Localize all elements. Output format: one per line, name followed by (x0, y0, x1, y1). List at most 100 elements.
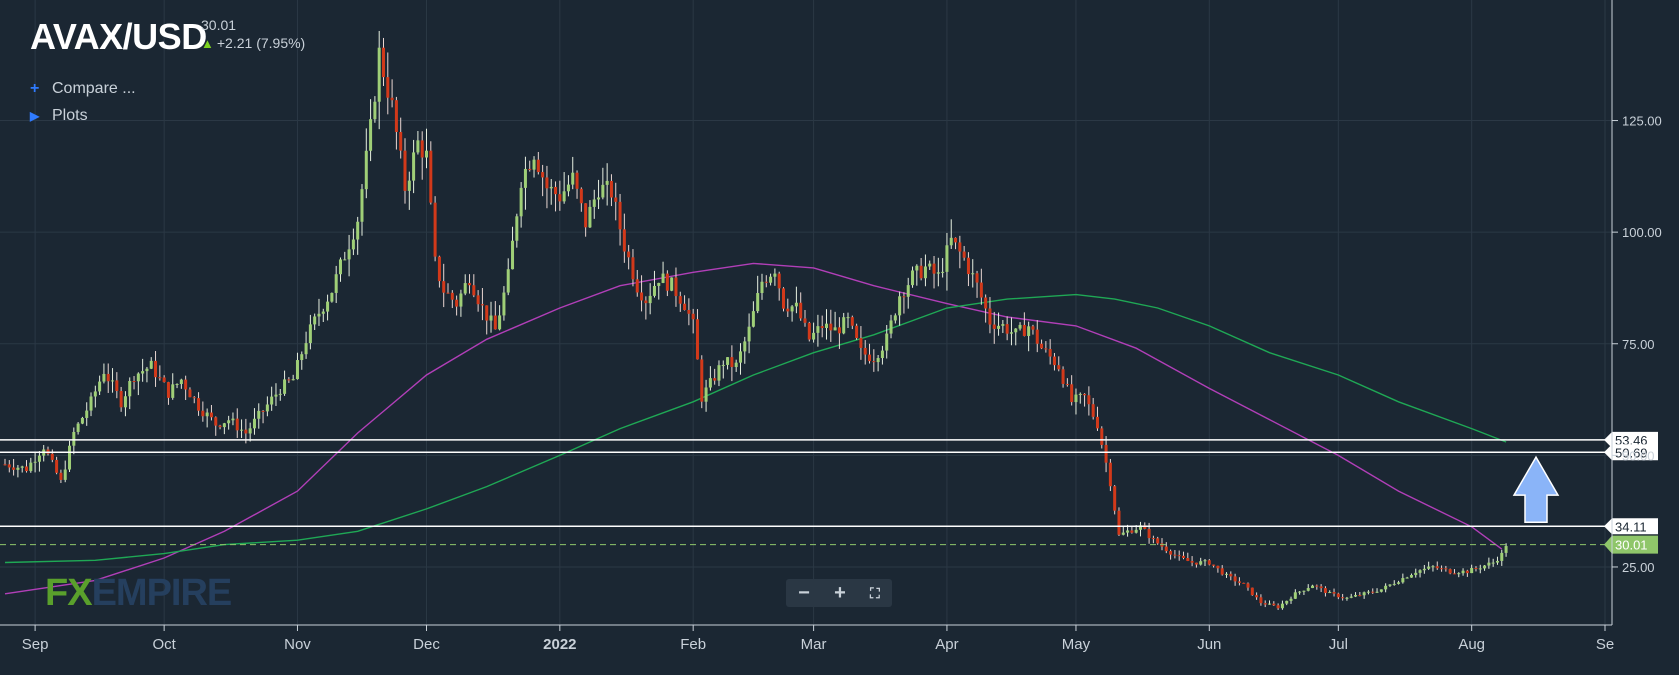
candle-body (1065, 383, 1069, 385)
candle-body (373, 101, 377, 120)
symbol-title: AVAX/USD (30, 16, 207, 57)
candle-body (136, 373, 140, 382)
candle-body (171, 384, 175, 398)
candle-body (244, 429, 248, 434)
candle-body (381, 47, 385, 78)
x-tick-label: Apr (935, 636, 958, 653)
zoom-in-button[interactable]: + (834, 579, 846, 607)
candle-body (949, 237, 953, 246)
candle-body (85, 410, 89, 418)
candle-body (1156, 538, 1160, 544)
candle-body (1444, 568, 1448, 570)
candle-body (407, 180, 411, 191)
last-price: 30.01 (201, 17, 237, 33)
candle-body (175, 384, 179, 386)
candle-body (394, 100, 398, 132)
candle-body (1121, 532, 1125, 535)
candle-body (726, 357, 730, 365)
candle-body (571, 172, 575, 185)
candle-body (205, 412, 209, 417)
candle-body (665, 273, 669, 291)
x-tick-label: Nov (284, 636, 311, 653)
candle-body (12, 467, 16, 470)
candle-body (425, 150, 429, 158)
candle-body (652, 285, 656, 296)
candle-body (1319, 586, 1323, 589)
candle-body (1074, 394, 1078, 403)
candle-body (1358, 595, 1362, 597)
x-tick-label: Jul (1329, 636, 1348, 653)
candle-body (661, 273, 665, 283)
candle-body (1418, 570, 1422, 573)
candle-body (1225, 573, 1229, 575)
candle-body (1440, 568, 1444, 570)
candle-body (506, 269, 510, 293)
candle-body (111, 380, 115, 382)
candle-body (575, 172, 579, 189)
candle-body (807, 322, 811, 340)
compare-button[interactable]: + Compare ... (30, 80, 136, 98)
candle-body (1186, 557, 1190, 561)
candle-body (923, 266, 927, 279)
candle-body (72, 431, 76, 446)
fullscreen-icon[interactable]: ⛶ (870, 579, 880, 607)
chart-container[interactable]: 53.46 50.69 34.11 30.01 25.00 50.00 75.00 100.… (0, 0, 1679, 670)
candle-body (1194, 562, 1198, 565)
candle-body (627, 251, 631, 258)
candle-body (429, 150, 433, 203)
candle-body (1078, 393, 1082, 395)
candle-body (1392, 583, 1396, 585)
candle-body (945, 245, 949, 272)
candle-body (1457, 573, 1461, 575)
candle-body (532, 159, 536, 170)
candle-body (911, 270, 915, 286)
candle-body (1470, 567, 1474, 574)
candle-body (971, 273, 975, 275)
candle-body (1487, 562, 1491, 566)
candle-body (614, 197, 618, 202)
candle-body (455, 299, 459, 307)
candle-body (1478, 568, 1482, 570)
candle-body (1242, 582, 1246, 584)
candle-body (76, 423, 80, 432)
candle-body (1259, 597, 1263, 604)
candle-body (902, 296, 906, 298)
x-tick-label: Feb (680, 636, 706, 653)
candle-body (919, 265, 923, 279)
candle-body (261, 410, 265, 412)
candle-body (1397, 582, 1401, 584)
candle-body (734, 362, 738, 368)
candle-body (201, 410, 205, 417)
candle-body (1483, 565, 1487, 569)
price-chart[interactable]: 53.4650.6934.1130.01 25.0050.0075.00100.… (0, 0, 1679, 670)
candle-body (386, 77, 390, 98)
x-tick-label: Jun (1197, 636, 1221, 653)
candle-body (59, 472, 63, 480)
candle-body (3, 464, 7, 466)
candle-body (1401, 578, 1405, 583)
candle-body (502, 292, 506, 316)
plots-label: Plots (52, 107, 88, 124)
candle-body (468, 283, 472, 286)
candle-body (700, 359, 704, 402)
candle-body (304, 343, 308, 355)
candle-body (33, 461, 37, 463)
candle-body (1220, 568, 1224, 575)
candle-body (704, 387, 708, 402)
candle-body (1246, 583, 1250, 588)
candle-body (833, 327, 837, 331)
zoom-out-button[interactable]: − (798, 579, 810, 607)
y-tick-label: 75.00 (1622, 337, 1655, 352)
candle-body (360, 189, 364, 222)
x-tick-label: 2022 (543, 636, 576, 653)
plots-button[interactable]: ▶ Plots (30, 107, 88, 125)
zoom-controls: − + ⛶ (786, 579, 892, 607)
candle-body (743, 341, 747, 352)
candle-body (1169, 551, 1173, 555)
candle-body (93, 391, 97, 397)
candle-body (885, 333, 889, 351)
candle-body (25, 466, 29, 472)
candle-body (820, 326, 824, 329)
candle-body (1212, 564, 1216, 566)
candle-body (37, 455, 41, 462)
